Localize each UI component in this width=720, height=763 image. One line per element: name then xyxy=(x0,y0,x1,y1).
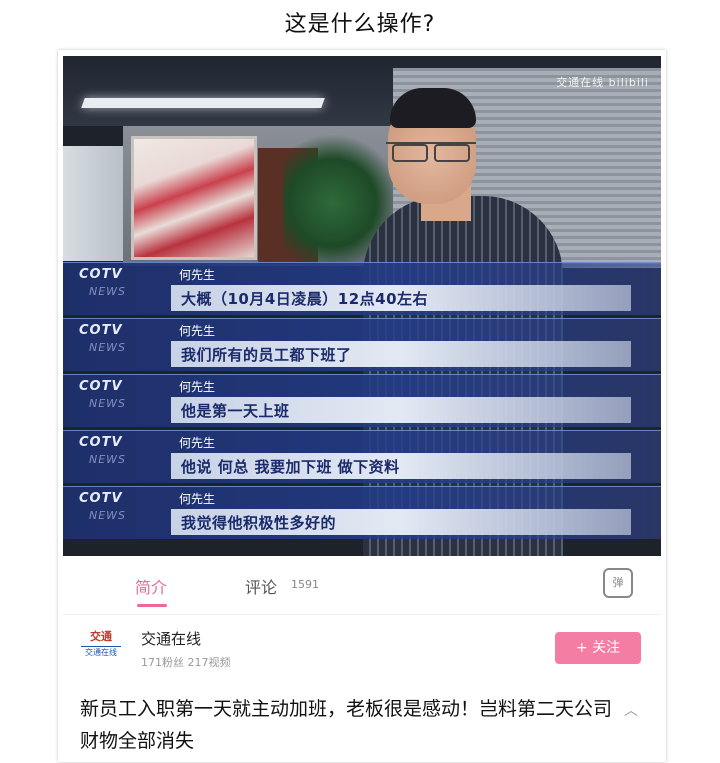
danmaku-toggle-icon[interactable]: 弹 xyxy=(603,568,633,598)
channel-logo: COTV xyxy=(79,379,123,394)
video-ceiling-light xyxy=(81,98,325,108)
channel-logo: COTV xyxy=(79,323,123,338)
caption-strip: COTV NEWS 何先生 大概（10月4日凌晨）12点40左右 xyxy=(63,262,661,315)
video-window xyxy=(63,146,123,261)
caption-speaker: 何先生 xyxy=(179,436,216,450)
caption-strip: COTV NEWS 何先生 他是第一天上班 xyxy=(63,374,661,427)
caption-speaker: 何先生 xyxy=(179,380,216,394)
avatar-logo-subtext: 交通在线 xyxy=(81,646,121,658)
follow-button[interactable]: + 关注 xyxy=(555,632,641,664)
caption-strip: COTV NEWS 何先生 我觉得他积极性多好的 xyxy=(63,486,661,539)
caption-strip: COTV NEWS 何先生 我们所有的员工都下班了 xyxy=(63,318,661,371)
tab-active-indicator xyxy=(137,604,167,607)
video-title: 新员工入职第一天就主动加班，老板很是感动！岂料第二天公司财物全部消失 xyxy=(80,698,613,752)
channel-logo: COTV xyxy=(79,435,123,450)
channel-logo-sub: NEWS xyxy=(89,285,127,298)
caption-speaker: 何先生 xyxy=(179,492,216,506)
uploader-stats: 171粉丝 217视频 xyxy=(141,656,231,669)
video-painting xyxy=(131,136,257,260)
channel-logo: COTV xyxy=(79,491,123,506)
video-tabs: 简介 评论 1591 弹 xyxy=(63,556,661,615)
tab-comments[interactable]: 评论 xyxy=(245,574,277,598)
channel-logo-sub: NEWS xyxy=(89,397,127,410)
caption-strip: COTV NEWS 何先生 他说 何总 我要加下班 做下资料 xyxy=(63,430,661,483)
caption-text: 大概（10月4日凌晨）12点40左右 xyxy=(181,290,429,308)
avatar[interactable]: 交通 交通在线 xyxy=(81,628,121,668)
bilibili-watermark: 交通在线 bilibili xyxy=(556,76,649,89)
channel-logo-sub: NEWS xyxy=(89,341,127,354)
caption-text: 我们所有的员工都下班了 xyxy=(181,346,352,364)
page: 这是什么操作? 交通在线 bilibili COTV NEWS 何先生 大概（1… xyxy=(0,0,720,763)
caption-speaker: 何先生 xyxy=(179,268,216,282)
channel-logo-sub: NEWS xyxy=(89,453,127,466)
post-question: 这是什么操作? xyxy=(284,12,436,37)
interviewee-glasses xyxy=(386,142,476,162)
comment-count: 1591 xyxy=(291,578,319,591)
uploader-row: 交通 交通在线 交通在线 171粉丝 217视频 + 关注 xyxy=(63,620,661,680)
uploader-name[interactable]: 交通在线 xyxy=(141,628,201,649)
caption-text: 他说 何总 我要加下班 做下资料 xyxy=(181,458,400,476)
interviewee-hair xyxy=(390,88,476,128)
channel-logo-sub: NEWS xyxy=(89,509,127,522)
tab-intro[interactable]: 简介 xyxy=(135,574,167,598)
caption-text: 他是第一天上班 xyxy=(181,402,290,420)
chevron-up-icon[interactable]: ︿ xyxy=(624,700,638,720)
video-player[interactable]: 交通在线 bilibili COTV NEWS 何先生 大概（10月4日凌晨）1… xyxy=(63,56,661,556)
channel-logo: COTV xyxy=(79,267,123,282)
phone-screenshot: 交通在线 bilibili COTV NEWS 何先生 大概（10月4日凌晨）1… xyxy=(58,50,666,762)
caption-speaker: 何先生 xyxy=(179,324,216,338)
avatar-logo-text: 交通 xyxy=(90,630,112,643)
caption-text: 我觉得他积极性多好的 xyxy=(181,514,337,532)
